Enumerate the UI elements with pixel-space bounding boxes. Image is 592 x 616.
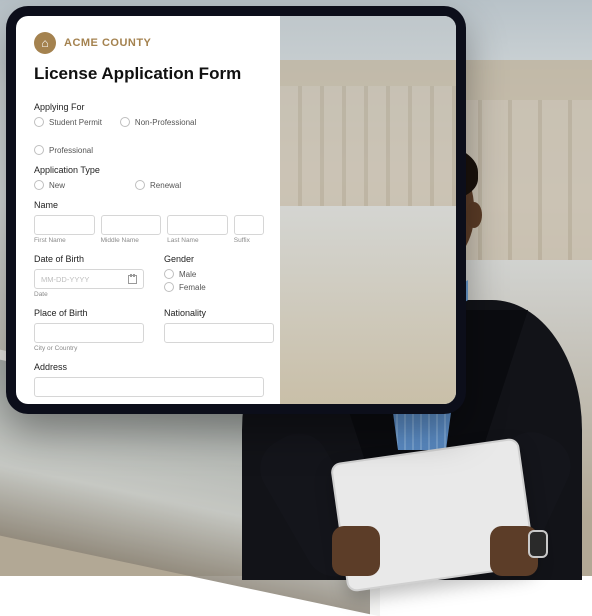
radio-label: Male: [179, 270, 196, 279]
middle-name-input[interactable]: [101, 215, 162, 235]
brand-header: ⌂ ACME COUNTY: [34, 32, 264, 54]
screen-photo-panel: [280, 16, 456, 404]
radio-renewal[interactable]: Renewal: [135, 180, 181, 190]
suffix-input[interactable]: [234, 215, 264, 235]
middle-name-sublabel: Middle Name: [101, 237, 162, 244]
radio-icon: [164, 269, 174, 279]
form-title: License Application Form: [34, 64, 264, 84]
address-input[interactable]: [34, 377, 264, 397]
composite-scene: ⌂ ACME COUNTY License Application Form A…: [0, 0, 592, 576]
suffix-sublabel: Suffix: [234, 237, 264, 244]
nationality-label: Nationality: [164, 308, 274, 318]
brand-logo-glyph: ⌂: [41, 36, 48, 50]
radio-label: Professional: [49, 146, 93, 155]
radio-new[interactable]: New: [34, 180, 65, 190]
nationality-input[interactable]: [164, 323, 274, 343]
first-name-input[interactable]: [34, 215, 95, 235]
radio-label: New: [49, 181, 65, 190]
application-type-label: Application Type: [34, 165, 264, 175]
applying-for-label: Applying For: [34, 102, 264, 112]
gender-label: Gender: [164, 254, 264, 264]
dob-label: Date of Birth: [34, 254, 144, 264]
dob-sublabel: Date: [34, 291, 144, 298]
applying-for-options: Student Permit Non-Professional Professi…: [34, 117, 264, 155]
dob-placeholder: MM-DD-YYYY: [41, 275, 89, 284]
radio-professional[interactable]: Professional: [34, 145, 93, 155]
place-of-birth-label: Place of Birth: [34, 308, 144, 318]
radio-female[interactable]: Female: [164, 282, 264, 292]
place-of-birth-sublabel: City or Country: [34, 345, 144, 352]
radio-icon: [120, 117, 130, 127]
name-label: Name: [34, 200, 264, 210]
radio-student-permit[interactable]: Student Permit: [34, 117, 102, 127]
radio-male[interactable]: Male: [164, 269, 264, 279]
radio-label: Student Permit: [49, 118, 102, 127]
first-name-sublabel: First Name: [34, 237, 95, 244]
radio-icon: [34, 117, 44, 127]
tablet-screen: ⌂ ACME COUNTY License Application Form A…: [16, 16, 456, 404]
brand-name: ACME COUNTY: [64, 37, 151, 49]
tablet-device-frame: ⌂ ACME COUNTY License Application Form A…: [6, 6, 466, 414]
address-label: Address: [34, 362, 264, 372]
last-name-field: Last Name: [167, 215, 228, 244]
calendar-icon: [128, 275, 137, 284]
dob-input[interactable]: MM-DD-YYYY: [34, 269, 144, 289]
name-fields: First Name Middle Name Last Name Suffix: [34, 215, 264, 244]
gender-options: Male Female: [164, 269, 264, 292]
radio-icon: [135, 180, 145, 190]
place-of-birth-input[interactable]: [34, 323, 144, 343]
brand-logo-icon: ⌂: [34, 32, 56, 54]
radio-label: Female: [179, 283, 206, 292]
wristwatch: [528, 530, 548, 558]
last-name-input[interactable]: [167, 215, 228, 235]
application-type-options: New Renewal: [34, 180, 264, 190]
radio-label: Renewal: [150, 181, 181, 190]
radio-icon: [34, 145, 44, 155]
suffix-field: Suffix: [234, 215, 264, 244]
radio-non-professional[interactable]: Non-Professional: [120, 117, 196, 127]
first-name-field: First Name: [34, 215, 95, 244]
radio-label: Non-Professional: [135, 118, 196, 127]
last-name-sublabel: Last Name: [167, 237, 228, 244]
radio-icon: [34, 180, 44, 190]
radio-icon: [164, 282, 174, 292]
form-pane: ⌂ ACME COUNTY License Application Form A…: [16, 16, 280, 404]
middle-name-field: Middle Name: [101, 215, 162, 244]
